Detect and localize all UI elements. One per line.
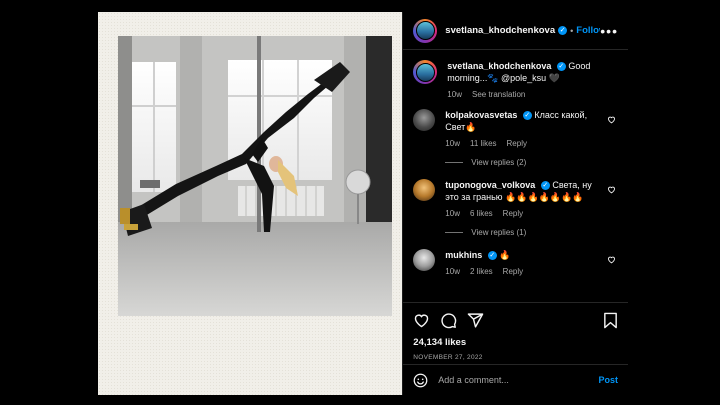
bookmark-icon[interactable] [603,312,618,329]
heart-icon[interactable] [413,312,430,329]
verified-badge-icon: ✓ [540,181,550,191]
comment-text: 🔥 [499,250,511,260]
emoji-icon[interactable] [413,373,428,388]
post-comment-button[interactable]: Post [598,375,618,385]
pole-dance-photo [118,36,392,316]
see-translation-button[interactable]: See translation [472,89,525,101]
follow-button[interactable]: Follow [576,25,600,36]
post-modal: svetlana_khodchenkova ✓ • Follow ••• sve… [98,12,628,395]
reply-button[interactable]: Reply [507,138,527,150]
comment-username[interactable]: tuponogova_volkova [445,180,535,190]
comment-avatar[interactable] [413,179,436,201]
reply-button[interactable]: Reply [503,266,523,278]
comment-avatar[interactable] [413,249,436,271]
post-actions: 24,134 likes NOVEMBER 27, 2022 [403,302,628,362]
comments-list[interactable]: svetlana_khodchenkova ✓ Good morning...🐾… [403,50,628,302]
comment-time[interactable]: 10w [445,208,460,220]
comment-like-heart-icon[interactable] [607,255,616,264]
view-replies-button[interactable]: View replies (2) [445,158,618,167]
comment-row: mukhins ✓ 🔥 10w 2 likes Reply [413,249,618,278]
add-comment-bar: Post [403,364,628,395]
comment-row: tuponogova_volkova ✓ Света, ну это за гр… [413,179,618,220]
verified-badge-icon: ✓ [487,251,497,261]
post-sidebar: svetlana_khodchenkova ✓ • Follow ••• sve… [402,12,628,395]
caption-username[interactable]: svetlana_khodchenkova [447,61,551,71]
separator-dot: • [570,25,574,36]
post-photo [118,36,392,316]
comment-likes[interactable]: 11 likes [470,138,497,150]
verified-badge-icon: ✓ [522,111,532,121]
post-header: svetlana_khodchenkova ✓ • Follow ••• [403,12,628,50]
post-date[interactable]: NOVEMBER 27, 2022 [413,354,618,361]
verified-badge-icon: ✓ [556,62,566,72]
comment-row: kolpakovasvetas ✓ Класс какой, Свет🔥 10w… [413,109,618,150]
caption-avatar[interactable] [413,60,438,84]
comment-avatar[interactable] [413,109,436,131]
comment-like-heart-icon[interactable] [607,115,616,124]
more-options-icon[interactable]: ••• [600,24,618,38]
author-avatar[interactable] [413,18,438,43]
comment-input[interactable] [436,374,599,386]
comment-likes[interactable]: 6 likes [470,208,493,220]
verified-badge-icon: ✓ [558,26,568,35]
reply-button[interactable]: Reply [503,208,523,220]
likes-count[interactable]: 24,134 likes [413,337,618,348]
caption-time[interactable]: 10w [447,89,462,101]
view-replies-button[interactable]: View replies (1) [445,228,618,237]
comment-username[interactable]: mukhins [445,250,482,260]
comment-time[interactable]: 10w [445,266,460,278]
comment-username[interactable]: kolpakovasvetas [445,110,517,120]
caption-row: svetlana_khodchenkova ✓ Good morning...🐾… [413,60,618,101]
comment-like-heart-icon[interactable] [607,185,616,194]
view-replies-label: View replies (1) [471,228,527,237]
view-replies-label: View replies (2) [471,158,527,167]
comment-icon[interactable] [440,312,457,329]
share-icon[interactable] [467,312,484,329]
post-media[interactable] [98,12,403,395]
comment-time[interactable]: 10w [445,138,460,150]
author-username[interactable]: svetlana_khodchenkova [445,25,555,36]
comment-likes[interactable]: 2 likes [470,266,493,278]
